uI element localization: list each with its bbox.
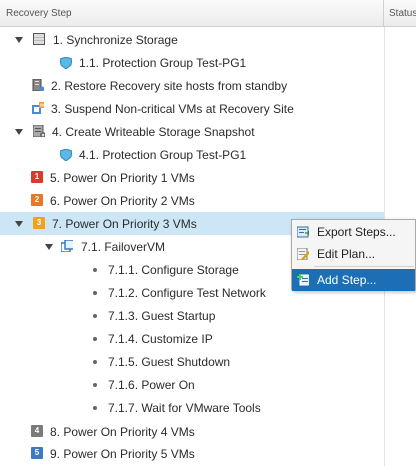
step-label: 4. Create Writeable Storage Snapshot xyxy=(52,125,255,139)
storage-icon xyxy=(33,33,45,45)
tree-row-step-1-1[interactable]: 1.1. Protection Group Test-PG1 xyxy=(0,51,384,74)
tree-row-step-7-1-3[interactable]: 7.1.3. Guest Startup xyxy=(0,304,384,327)
tree-row-step-1[interactable]: 1. Synchronize Storage xyxy=(0,28,384,51)
step-label: 1.1. Protection Group Test-PG1 xyxy=(79,56,247,70)
bullet-icon xyxy=(93,268,97,272)
expand-toggle-icon[interactable] xyxy=(15,221,23,227)
tree-row-step-9[interactable]: 5 9. Power On Priority 5 VMs xyxy=(0,442,384,465)
priority-4-icon: 4 xyxy=(31,425,43,437)
step-label: 7.1.7. Wait for VMware Tools xyxy=(108,401,261,415)
priority-1-icon: 1 xyxy=(31,171,43,183)
menu-item-label: Add Step... xyxy=(317,273,377,287)
step-label: 5. Power On Priority 1 VMs xyxy=(50,171,195,185)
priority-3-icon: 3 xyxy=(33,217,45,229)
step-label: 1. Synchronize Storage xyxy=(53,33,178,47)
tree-row-step-6[interactable]: 2 6. Power On Priority 2 VMs xyxy=(0,189,384,212)
step-label: 7.1. FailoverVM xyxy=(81,240,166,254)
step-label: 7.1.4. Customize IP xyxy=(108,332,213,346)
tree-row-step-2[interactable]: 2. Restore Recovery site hosts from stan… xyxy=(0,74,384,97)
step-label: 7.1.1. Configure Storage xyxy=(108,263,239,277)
step-label: 7. Power On Priority 3 VMs xyxy=(52,217,197,231)
edit-icon xyxy=(297,248,309,260)
column-header-recovery-step[interactable]: Recovery Step xyxy=(0,0,384,26)
expand-toggle-icon[interactable] xyxy=(15,37,23,43)
expand-toggle-icon[interactable] xyxy=(45,244,53,250)
tree-row-step-7-1-5[interactable]: 7.1.5. Guest Shutdown xyxy=(0,350,384,373)
add-step-icon xyxy=(297,274,309,286)
menu-item-label: Export Steps... xyxy=(317,225,396,239)
export-icon xyxy=(297,226,309,238)
tree-row-step-7-1-6[interactable]: 7.1.6. Power On xyxy=(0,373,384,396)
menu-separator xyxy=(314,266,414,267)
step-label: 7.1.3. Guest Startup xyxy=(108,309,216,323)
tree-row-step-7-1-4[interactable]: 7.1.4. Customize IP xyxy=(0,327,384,350)
bullet-icon xyxy=(93,314,97,318)
vm-icon xyxy=(61,240,73,252)
tree-row-step-8[interactable]: 4 8. Power On Priority 4 VMs xyxy=(0,420,384,443)
bullet-icon xyxy=(93,337,97,341)
expand-toggle-icon[interactable] xyxy=(15,129,23,135)
step-label: 7.1.6. Power On xyxy=(108,378,195,392)
shield-icon xyxy=(60,149,72,161)
tree-row-step-4-1[interactable]: 4.1. Protection Group Test-PG1 xyxy=(0,143,384,166)
bullet-icon xyxy=(93,360,97,364)
bullet-icon xyxy=(93,383,97,387)
step-label: 6. Power On Priority 2 VMs xyxy=(50,194,195,208)
step-label: 3. Suspend Non-critical VMs at Recovery … xyxy=(51,102,294,116)
step-label: 9. Power On Priority 5 VMs xyxy=(50,447,195,461)
step-label: 2. Restore Recovery site hosts from stan… xyxy=(51,79,288,93)
menu-item-edit-plan[interactable]: Edit Plan... xyxy=(292,243,415,265)
priority-2-icon: 2 xyxy=(31,194,43,206)
step-label: 7.1.2. Configure Test Network xyxy=(108,286,266,300)
tree-row-step-7-1-7[interactable]: 7.1.7. Wait for VMware Tools xyxy=(0,396,384,419)
column-header-label: Recovery Step xyxy=(6,8,72,19)
snapshot-icon xyxy=(33,125,45,137)
suspend-vms-icon xyxy=(32,102,44,114)
column-header-status[interactable]: Status xyxy=(389,8,416,19)
menu-item-label: Edit Plan... xyxy=(317,247,376,261)
step-label: 7.1.5. Guest Shutdown xyxy=(108,355,231,369)
step-label: 8. Power On Priority 4 VMs xyxy=(50,425,195,439)
context-menu: Export Steps... Edit Plan... Add Step... xyxy=(291,219,416,291)
menu-item-export-steps[interactable]: Export Steps... xyxy=(292,221,415,243)
step-label: 4.1. Protection Group Test-PG1 xyxy=(79,148,247,162)
bullet-icon xyxy=(93,291,97,295)
tree-row-step-5[interactable]: 1 5. Power On Priority 1 VMs xyxy=(0,166,384,189)
tree-row-step-3[interactable]: 3. Suspend Non-critical VMs at Recovery … xyxy=(0,97,384,120)
menu-item-add-step[interactable]: Add Step... xyxy=(292,269,415,291)
table-header: Recovery Step Status xyxy=(0,0,416,27)
priority-5-icon: 5 xyxy=(31,447,43,459)
bullet-icon xyxy=(93,406,97,410)
shield-icon xyxy=(60,57,72,69)
host-icon xyxy=(32,79,44,91)
tree-row-step-4[interactable]: 4. Create Writeable Storage Snapshot xyxy=(0,120,384,143)
